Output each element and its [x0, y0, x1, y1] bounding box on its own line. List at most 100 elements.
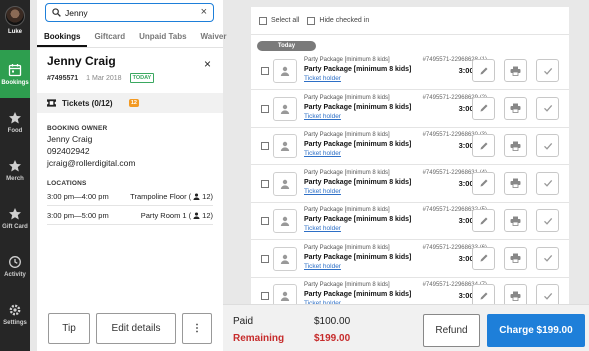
row-checkbox[interactable] [261, 217, 269, 225]
nav-item-merch[interactable]: Merch [0, 146, 30, 194]
booking-row[interactable]: Party Package [minimum 8 kids] Party Pack… [251, 91, 569, 128]
hide-checked-checkbox[interactable] [307, 16, 316, 25]
tip-button[interactable]: Tip [48, 313, 90, 344]
owner-name: Jenny Craig [47, 134, 93, 144]
row-checkbox[interactable] [261, 292, 269, 300]
print-ticket-button[interactable] [504, 171, 527, 195]
nav-label: Merch [6, 175, 24, 182]
check-in-button[interactable] [536, 96, 559, 120]
edit-icon [480, 179, 487, 187]
clear-search-icon[interactable]: × [201, 7, 207, 18]
tab-bookings[interactable]: Bookings [37, 28, 88, 47]
edit-ticket-button[interactable] [472, 209, 495, 232]
print-ticket-button[interactable] [504, 59, 527, 82]
search-box[interactable]: × [45, 3, 214, 22]
check-in-button[interactable] [536, 284, 559, 304]
owner-phone: 092402942 [47, 146, 90, 156]
clock-icon [9, 255, 21, 268]
edit-ticket-button[interactable] [472, 284, 495, 304]
tab-giftcard[interactable]: Giftcard [87, 28, 132, 47]
ticket-name: Party Package [minimum 8 kids] [304, 103, 412, 111]
booking-row[interactable]: Party Package [minimum 8 kids] Party Pack… [251, 278, 569, 304]
ticket-holder-link[interactable]: Ticket holder [304, 263, 341, 270]
location-capacity: 12) [202, 191, 213, 201]
booking-row[interactable]: Party Package [minimum 8 kids] Party Pack… [251, 53, 569, 90]
print-ticket-button[interactable] [504, 246, 527, 270]
search-input[interactable] [65, 7, 185, 18]
booking-row[interactable]: Party Package [minimum 8 kids] Party Pack… [251, 203, 569, 240]
panel-actions: Tip Edit details ⋮ [48, 313, 223, 344]
check-in-button[interactable] [536, 246, 559, 270]
checkmark-icon [543, 292, 552, 300]
customer-header: Jenny Craig × #7495571 1 Mar 2018 TODAY [37, 54, 223, 83]
location-time: 3:00 pm—4:00 pm [47, 191, 109, 201]
print-ticket-button[interactable] [504, 96, 527, 120]
more-options-button[interactable]: ⋮ [182, 313, 212, 344]
guest-avatar [273, 284, 297, 304]
hide-checked-option[interactable]: Hide checked in [307, 16, 369, 25]
edit-ticket-button[interactable] [472, 171, 495, 195]
row-checkbox[interactable] [261, 142, 269, 150]
locations: LOCATIONS 3:00 pm—4:00 pm Trampoline Flo… [47, 180, 213, 225]
tab-unpaid-tabs[interactable]: Unpaid Tabs [132, 28, 193, 47]
select-all-checkbox[interactable] [259, 16, 267, 25]
row-checkbox[interactable] [261, 104, 269, 113]
person-icon [280, 104, 290, 114]
nav-item-settings[interactable]: Settings [0, 290, 30, 338]
paid-label: Paid [233, 316, 254, 327]
nav-item-activity[interactable]: Activity [0, 242, 30, 290]
check-in-button[interactable] [536, 171, 559, 195]
nav-item-bookings[interactable]: Bookings [0, 50, 30, 98]
edit-icon [480, 67, 487, 74]
print-ticket-button[interactable] [504, 209, 527, 232]
location-name: Party Room 1 ( [140, 210, 192, 220]
guest-avatar [273, 134, 297, 158]
booking-row[interactable]: Party Package [minimum 8 kids] Party Pack… [251, 166, 569, 203]
tab-waiver[interactable]: Waiver [194, 28, 234, 47]
ticket-holder-link[interactable]: Ticket holder [304, 225, 341, 232]
charge-button[interactable]: Charge $199.00 [487, 314, 585, 347]
check-in-button[interactable] [536, 209, 559, 232]
row-checkbox[interactable] [261, 67, 269, 75]
nav-label: Food [7, 127, 23, 134]
print-ticket-button[interactable] [504, 284, 527, 304]
nav-item-gift-card[interactable]: Gift Card [0, 194, 30, 242]
row-checkbox[interactable] [261, 179, 269, 188]
ticket-ref-id: #7495571-22968633 [422, 244, 478, 251]
nav-item-food[interactable]: Food [0, 98, 30, 146]
avatar [5, 6, 25, 26]
ticket-holder-link[interactable]: Ticket holder [304, 150, 341, 157]
checkmark-icon [543, 217, 552, 225]
ticket-name: Party Package [minimum 8 kids] [304, 216, 412, 223]
booking-list: Select all Hide checked in Today Party P… [251, 7, 569, 304]
refund-button[interactable]: Refund [423, 314, 480, 347]
guest-avatar [273, 171, 297, 196]
star-icon [9, 207, 21, 219]
ticket-holder-link[interactable]: Ticket holder [304, 188, 341, 195]
booking-row[interactable]: Party Package [minimum 8 kids] Party Pack… [251, 128, 569, 165]
user-profile[interactable]: Luke [0, 0, 30, 50]
edit-ticket-button[interactable] [472, 246, 495, 270]
check-in-button[interactable] [536, 134, 559, 157]
edit-ticket-button[interactable] [472, 96, 495, 120]
nav-label: Bookings [1, 79, 29, 86]
tickets-count-badge: 12 [128, 99, 139, 107]
ticket-holder-link[interactable]: Ticket holder [304, 75, 341, 82]
tickets-section[interactable]: Tickets (0/12) 12 [37, 93, 223, 113]
print-icon [510, 253, 521, 263]
edit-ticket-button[interactable] [472, 59, 495, 82]
locations-title: LOCATIONS [47, 180, 87, 187]
close-icon[interactable]: × [204, 57, 211, 71]
select-all-label: Select all [271, 17, 300, 24]
select-all-option[interactable]: Select all [259, 16, 300, 25]
ticket-holder-link[interactable]: Ticket holder [304, 113, 341, 120]
row-checkbox[interactable] [261, 254, 269, 263]
package-label: Party Package [minimum 8 kids] [304, 132, 390, 138]
edit-ticket-button[interactable] [472, 134, 495, 157]
person-icon [280, 216, 290, 226]
edit-details-button[interactable]: Edit details [96, 313, 176, 344]
nav-rail: Luke Bookings Food Merch Gift Card Activ… [0, 0, 30, 351]
booking-row[interactable]: Party Package [minimum 8 kids] Party Pack… [251, 241, 569, 278]
check-in-button[interactable] [536, 59, 559, 82]
print-ticket-button[interactable] [504, 134, 527, 157]
